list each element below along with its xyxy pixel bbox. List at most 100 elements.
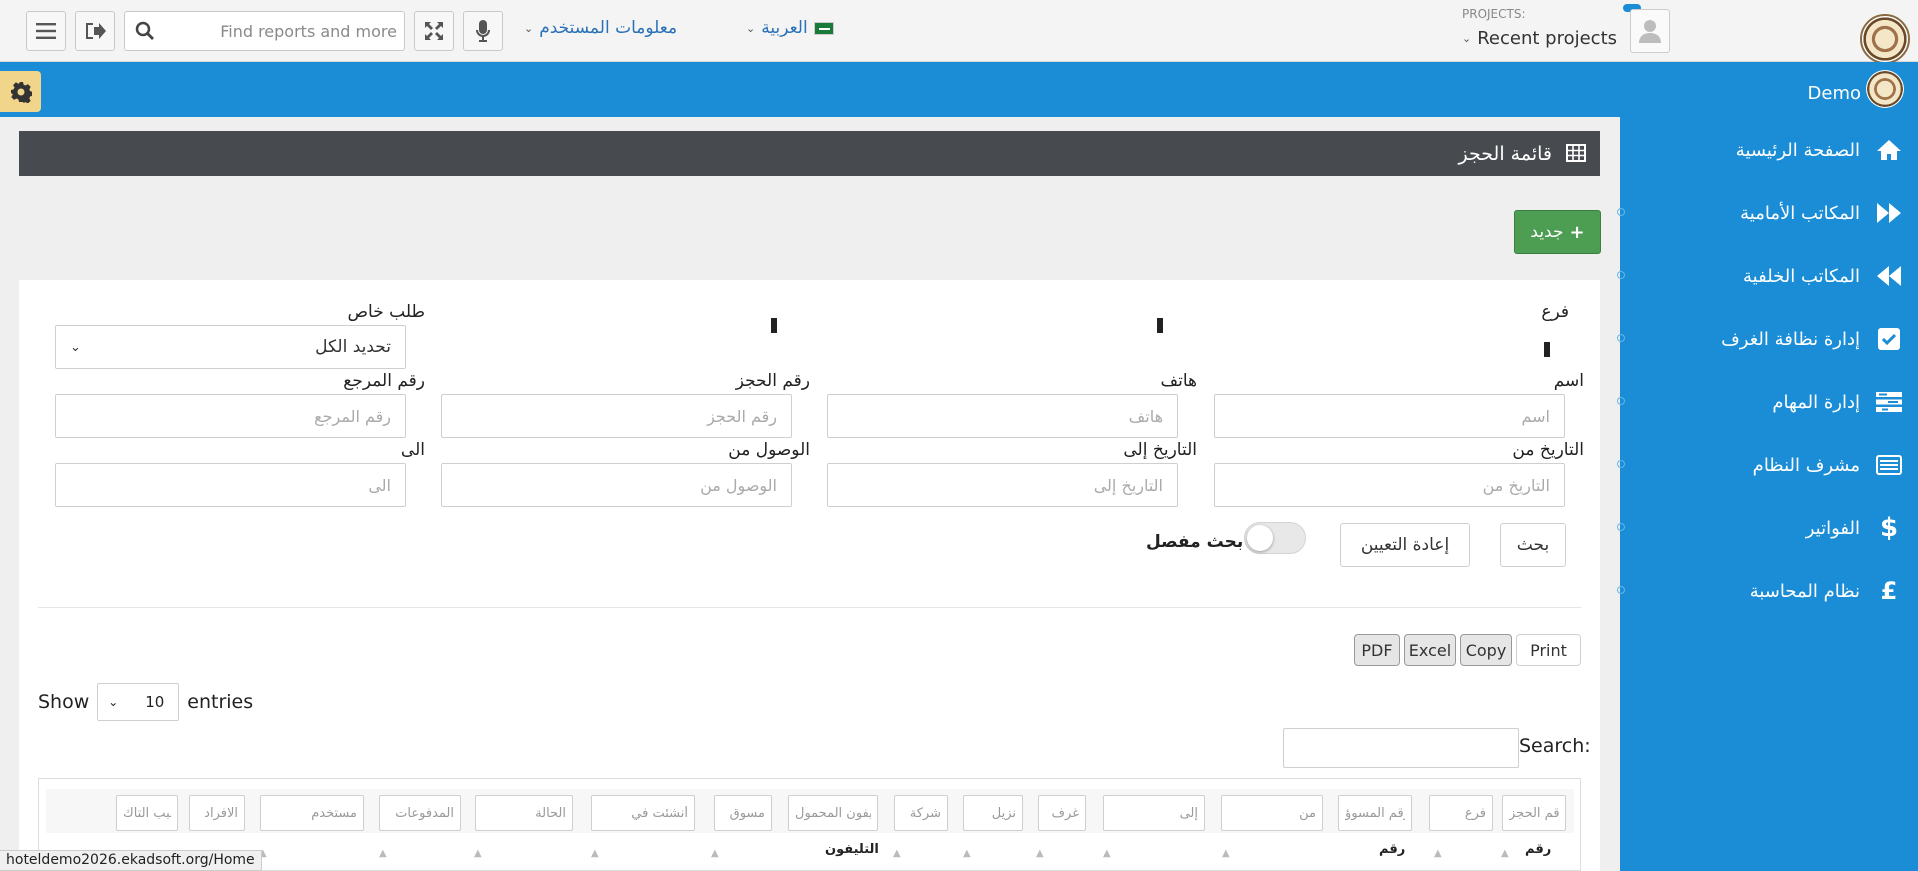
filter-status[interactable] <box>475 795 573 831</box>
recent-projects-label: Recent projects <box>1477 28 1617 49</box>
branch-marker <box>1544 342 1550 357</box>
filter-mobile[interactable] <box>788 795 878 831</box>
filter-payments[interactable] <box>379 795 461 831</box>
logout-button[interactable] <box>75 11 115 51</box>
sidebar-item-accounting[interactable]: نظام المحاسبة £ <box>1617 571 1918 611</box>
reset-button[interactable]: إعادة التعيين <box>1340 523 1470 567</box>
arrival-to-label: الى <box>400 440 425 460</box>
new-button-label: جديد <box>1530 222 1564 242</box>
fullscreen-button[interactable] <box>414 11 454 51</box>
date-to-label: التاريخ إلى <box>1123 440 1197 460</box>
user-info-dropdown[interactable]: ⌄ معلومات المستخدم <box>524 18 677 38</box>
divider <box>38 607 1581 608</box>
sort-icon: ▲ <box>1222 848 1230 859</box>
sidebar-item-back-office[interactable]: المكاتب الخلفية <box>1617 256 1918 296</box>
fast-backward-icon <box>1877 266 1901 286</box>
fast-forward-icon <box>1877 203 1901 223</box>
id-card-icon <box>1876 455 1902 475</box>
recent-projects-dropdown[interactable]: ⌄ Recent projects <box>1462 28 1617 49</box>
search-icon <box>135 21 154 40</box>
advanced-search-label: بحث مفصل <box>1146 532 1244 552</box>
sort-icon: ▲ <box>379 848 387 859</box>
field-marker <box>1157 318 1163 333</box>
chevron-down-icon: ⌄ <box>70 339 81 355</box>
tasks-icon <box>1876 392 1902 412</box>
copy-button[interactable]: Copy <box>1460 634 1512 666</box>
expand-icon <box>425 22 443 40</box>
filter-persons[interactable] <box>189 795 245 831</box>
excel-button[interactable]: Excel <box>1404 634 1456 666</box>
branch-label: فرع <box>1541 302 1569 322</box>
date-from-input[interactable] <box>1214 463 1565 507</box>
sort-icon: ▲ <box>711 848 719 859</box>
hamburger-icon <box>36 23 56 39</box>
arrival-to-input[interactable] <box>55 463 406 507</box>
chevron-down-icon: ⌄ <box>1462 32 1472 45</box>
sidebar-item-tasks[interactable]: إدارة المهام <box>1617 382 1918 422</box>
search-button[interactable]: بحث <box>1500 523 1566 567</box>
filter-marketer[interactable] <box>714 795 772 831</box>
search-input[interactable] <box>165 12 397 50</box>
arrival-from-input[interactable] <box>441 463 792 507</box>
pdf-button[interactable]: PDF <box>1354 634 1400 666</box>
sidebar-item-front-office[interactable]: المكاتب الأمامية <box>1617 193 1918 233</box>
date-to-input[interactable] <box>827 463 1178 507</box>
phone-input[interactable] <box>827 394 1178 438</box>
column-header[interactable]: التليفون <box>825 842 879 857</box>
chevron-down-icon: ⌄ <box>524 21 534 35</box>
dollar-icon: $ <box>1879 513 1899 543</box>
booking-number-input[interactable] <box>441 394 792 438</box>
settings-button[interactable] <box>0 71 41 112</box>
sidebar-item-label: إدارة نظافة الغرف <box>1721 328 1860 350</box>
user-avatar-button[interactable] <box>1630 9 1670 53</box>
sidebar-item-home[interactable]: الصفحة الرئيسية <box>1620 130 1918 170</box>
sidebar-item-label: نظام المحاسبة <box>1749 580 1860 602</box>
browser-status-url: hoteldemo2026.ekadsoft.org/Home <box>0 850 262 871</box>
special-request-select[interactable]: ⌄ تحديد الكل <box>55 325 406 369</box>
filter-responsible-no[interactable] <box>1338 795 1412 831</box>
filter-company[interactable] <box>894 795 948 831</box>
filter-to[interactable] <box>1103 795 1205 831</box>
filter-rooms[interactable] <box>1038 795 1086 831</box>
table-search-input[interactable] <box>1283 728 1519 768</box>
page-title-bar: قائمة الحجز <box>19 131 1600 176</box>
filter-created-at[interactable] <box>591 795 695 831</box>
special-request-value: تحديد الكل <box>315 337 391 357</box>
page-length-value: 10 <box>145 693 165 711</box>
booking-table: رقم رقم التليفون ▲ ▲ ▲ ▲ ▲ ▲ ▲ ▲ ▲ ▲ ▲ ▲… <box>38 778 1581 871</box>
phone-label: هاتف <box>1160 371 1197 391</box>
field-marker <box>771 318 777 333</box>
sidebar-item-label: الصفحة الرئيسية <box>1735 139 1860 161</box>
menu-button[interactable] <box>26 11 66 51</box>
user-info-label: معلومات المستخدم <box>539 18 678 38</box>
sort-icon: ▲ <box>1501 848 1509 859</box>
voice-button[interactable] <box>463 11 503 51</box>
filter-booking-no[interactable] <box>1502 795 1566 831</box>
filter-guest[interactable] <box>963 795 1023 831</box>
page-length-select[interactable]: ⌄ 10 <box>97 683 180 721</box>
home-icon <box>1877 140 1901 160</box>
sidebar-user-logo <box>1866 70 1904 108</box>
name-input[interactable] <box>1214 394 1565 438</box>
new-booking-button[interactable]: جديد + <box>1514 210 1601 254</box>
print-button[interactable]: Print <box>1516 634 1581 666</box>
column-header[interactable]: رقم <box>1379 842 1405 857</box>
sidebar-item-housekeeping[interactable]: إدارة نظافة الغرف <box>1617 319 1918 359</box>
sidebar-item-label: المكاتب الأمامية <box>1740 202 1860 224</box>
filter-branch[interactable] <box>1429 795 1493 831</box>
sidebar-item-invoices[interactable]: الفواتير $ <box>1617 508 1918 548</box>
filter-from[interactable] <box>1221 795 1323 831</box>
sort-icon: ▲ <box>474 848 482 859</box>
filter-user[interactable] <box>260 795 364 831</box>
sidebar-user[interactable]: Demo <box>1620 62 1918 117</box>
sign-out-icon <box>86 23 106 39</box>
column-header[interactable]: رقم <box>1525 842 1551 857</box>
reference-number-input[interactable] <box>55 394 406 438</box>
booking-filter-panel: فرع طلب خاص ⌄ تحديد الكل اسم هاتف رقم ال… <box>19 280 1600 871</box>
plus-icon: + <box>1569 221 1585 243</box>
sidebar-item-system-admin[interactable]: مشرف النظام <box>1617 445 1918 485</box>
advanced-search-toggle[interactable] <box>1244 522 1306 554</box>
saudi-flag-icon <box>813 21 834 35</box>
language-dropdown[interactable]: ⌄ العربية <box>746 18 834 38</box>
filter-confirm-reason[interactable] <box>116 795 178 831</box>
